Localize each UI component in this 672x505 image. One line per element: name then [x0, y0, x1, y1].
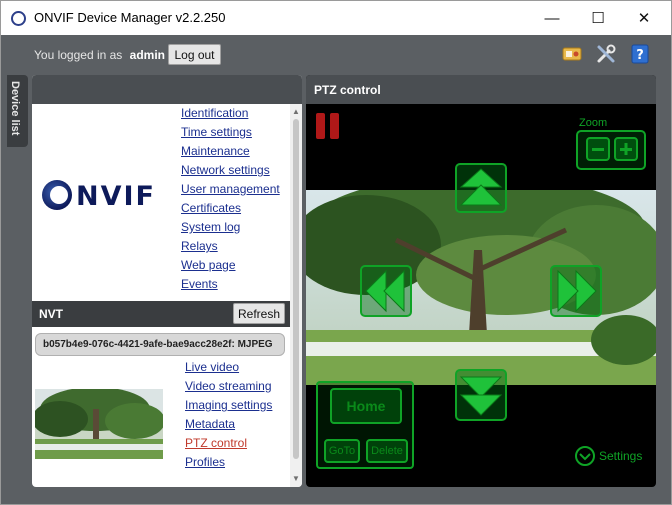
- device-panel-scrollbar[interactable]: ▲ ▼: [290, 104, 302, 487]
- svg-text:NVIF: NVIF: [76, 181, 156, 212]
- video-view: [306, 190, 656, 385]
- scroll-thumb[interactable]: [293, 119, 299, 459]
- device-links: Identification Time settings Maintenance…: [181, 106, 280, 296]
- ptz-panel: PTZ control Zoom Home GoTo Delete Settin…: [306, 75, 656, 487]
- settings-button[interactable]: Settings: [599, 449, 642, 463]
- svg-text:?: ?: [636, 48, 644, 63]
- device-panel: NVIF Identification Time settings Mainte…: [32, 75, 302, 487]
- link-events[interactable]: Events: [181, 277, 280, 296]
- zoom-label: Zoom: [579, 117, 608, 129]
- device-list-tab-label: Device list: [9, 81, 21, 136]
- link-ptz-control[interactable]: PTZ control: [185, 436, 272, 455]
- link-certificates[interactable]: Certificates: [181, 201, 280, 220]
- scroll-up-icon[interactable]: ▲: [290, 106, 302, 118]
- link-identification[interactable]: Identification: [181, 106, 280, 125]
- link-maintenance[interactable]: Maintenance: [181, 144, 280, 163]
- profile-selector[interactable]: b057b4e9-076c-4421-9afe-bae9acc28e2f: MJ…: [35, 333, 285, 356]
- zoom-out-button[interactable]: [586, 137, 610, 166]
- scroll-down-icon[interactable]: ▼: [290, 473, 302, 485]
- login-prefix: You logged in as: [34, 48, 123, 62]
- onvif-logo: NVIF: [40, 175, 170, 215]
- zoom-in-button[interactable]: [614, 137, 638, 166]
- app-icon: [11, 11, 26, 26]
- login-username: admin: [129, 48, 165, 62]
- video-thumbnail: [35, 389, 163, 459]
- ptz-title: PTZ control: [314, 83, 381, 97]
- pan-right-button[interactable]: [550, 265, 602, 322]
- delete-button[interactable]: Delete: [366, 439, 408, 463]
- pan-down-button[interactable]: [455, 369, 507, 426]
- link-system-log[interactable]: System log: [181, 220, 280, 239]
- link-time-settings[interactable]: Time settings: [181, 125, 280, 144]
- nvt-links: Live video Video streaming Imaging setti…: [185, 360, 272, 474]
- window-title: ONVIF Device Manager v2.2.250: [34, 10, 226, 25]
- pan-left-button[interactable]: [360, 265, 412, 322]
- ptz-panel-header: PTZ control: [306, 75, 656, 104]
- refresh-button[interactable]: Refresh: [233, 303, 285, 324]
- pan-up-button[interactable]: [455, 163, 507, 218]
- title-bar: ONVIF Device Manager v2.2.250 — ☐ ✕: [1, 1, 671, 35]
- app-window: ONVIF Device Manager v2.2.250 — ☐ ✕ You …: [0, 0, 672, 505]
- tools-icon[interactable]: [595, 43, 617, 65]
- login-status: You logged in as admin: [34, 48, 165, 62]
- link-profiles[interactable]: Profiles: [185, 455, 272, 474]
- link-relays[interactable]: Relays: [181, 239, 280, 258]
- settings-chevron-icon[interactable]: [574, 445, 596, 472]
- device-list-tab[interactable]: Device list: [7, 75, 28, 147]
- home-button[interactable]: Home: [330, 388, 402, 424]
- link-metadata[interactable]: Metadata: [185, 417, 272, 436]
- logout-button[interactable]: Log out: [168, 44, 221, 65]
- link-user-management[interactable]: User management: [181, 182, 280, 201]
- close-button[interactable]: ✕: [621, 5, 667, 31]
- help-icon[interactable]: ?: [629, 43, 651, 65]
- goto-button[interactable]: GoTo: [324, 439, 360, 463]
- link-live-video[interactable]: Live video: [185, 360, 272, 379]
- link-video-streaming[interactable]: Video streaming: [185, 379, 272, 398]
- nvt-bar: NVT Refresh: [32, 301, 290, 327]
- pause-icon[interactable]: [314, 111, 342, 146]
- nvt-label: NVT: [39, 307, 63, 321]
- minimize-button[interactable]: —: [529, 5, 575, 31]
- maximize-button[interactable]: ☐: [575, 5, 621, 31]
- link-network-settings[interactable]: Network settings: [181, 163, 280, 182]
- plugin-icon[interactable]: [561, 43, 583, 65]
- link-imaging-settings[interactable]: Imaging settings: [185, 398, 272, 417]
- top-bar: You logged in as admin Log out ?: [1, 35, 671, 75]
- device-panel-header: [32, 75, 302, 104]
- link-web-page[interactable]: Web page: [181, 258, 280, 277]
